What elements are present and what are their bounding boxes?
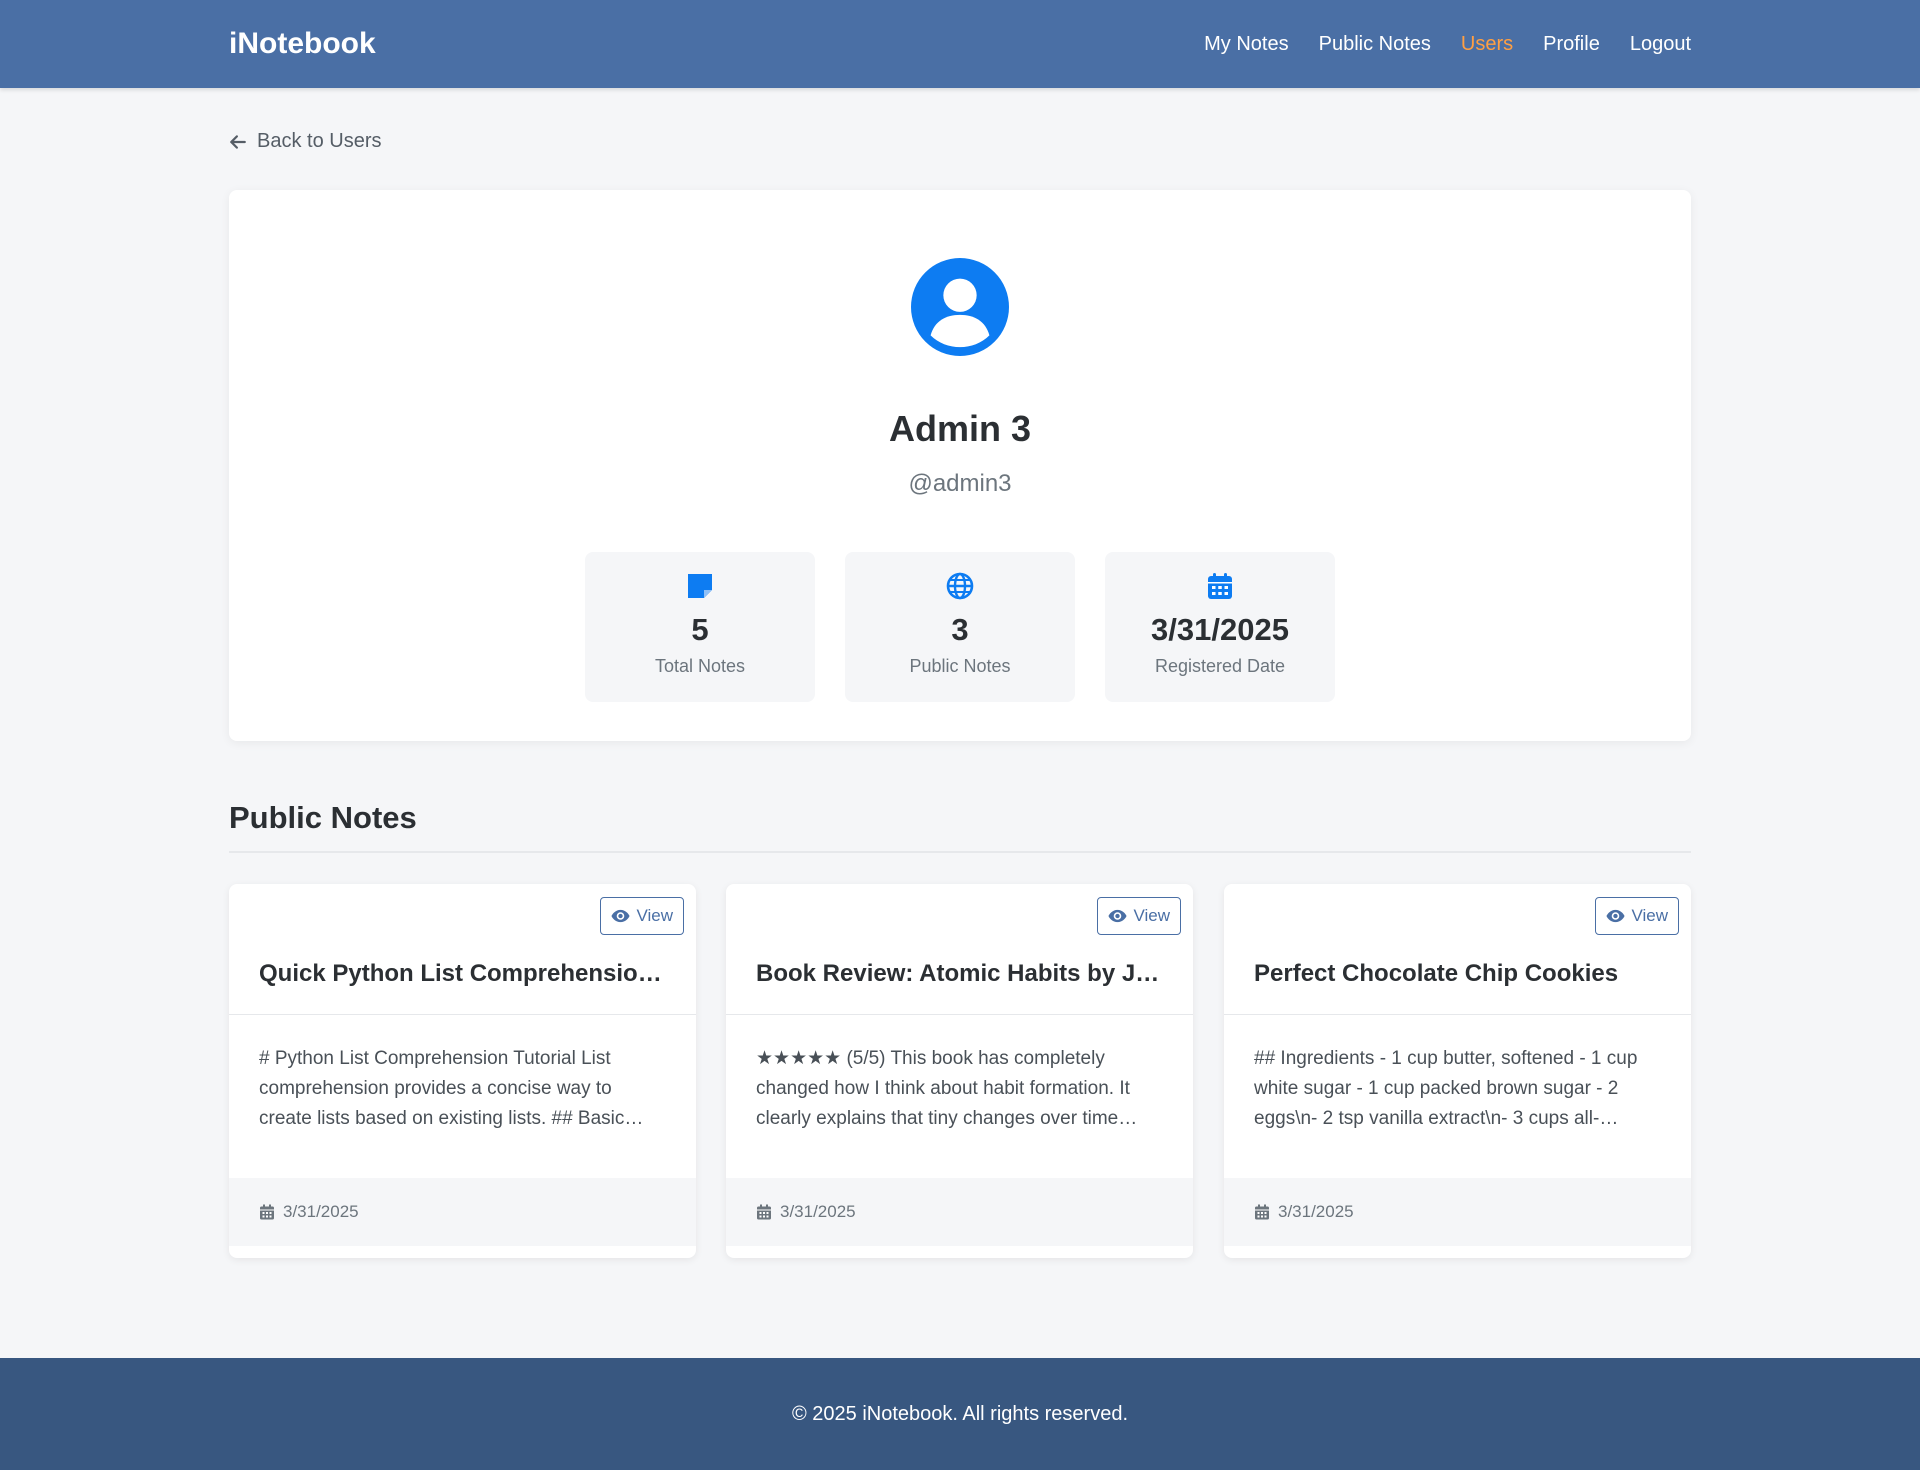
calendar-icon bbox=[260, 1204, 274, 1220]
nav-my-notes[interactable]: My Notes bbox=[1204, 33, 1288, 56]
stat-value: 5 bbox=[691, 612, 709, 647]
stat-label: Total Notes bbox=[654, 656, 746, 676]
calendar-icon bbox=[1255, 1204, 1269, 1220]
view-note-button[interactable]: View bbox=[1595, 897, 1679, 935]
footer-copyright: © 2025 iNotebook. All rights reserved. bbox=[791, 1402, 1129, 1425]
back-to-users-link[interactable]: Back to Users bbox=[229, 130, 381, 153]
view-note-button[interactable]: View bbox=[600, 897, 684, 935]
user-circle-icon bbox=[911, 258, 1009, 356]
view-button-label: View bbox=[1631, 906, 1668, 925]
stat-value: 3 bbox=[951, 612, 969, 647]
note-footer: 3/31/2025 bbox=[1224, 1178, 1691, 1246]
sticky-note-icon bbox=[688, 574, 712, 598]
note-preview: # Python List Comprehension Tutorial Lis… bbox=[259, 1048, 644, 1129]
note-footer: 3/31/2025 bbox=[726, 1178, 1193, 1246]
arrow-left-icon bbox=[230, 134, 246, 149]
note-footer: 3/31/2025 bbox=[229, 1178, 696, 1246]
page-footer: © 2025 iNotebook. All rights reserved. bbox=[0, 1358, 1920, 1470]
calendar-icon bbox=[757, 1204, 771, 1220]
view-button-label: View bbox=[1133, 906, 1170, 925]
brand-logo[interactable]: iNotebook bbox=[229, 27, 376, 61]
nav-logout[interactable]: Logout bbox=[1630, 33, 1691, 56]
note-date: 3/31/2025 bbox=[283, 1202, 359, 1221]
profile-name: Admin 3 bbox=[888, 408, 1031, 449]
nav-users[interactable]: Users bbox=[1461, 33, 1513, 56]
note-preview: ★★★★★ (5/5) This book has completely cha… bbox=[756, 1048, 1138, 1129]
note-card: View Perfect Chocolate Chip Cookies ## I… bbox=[1224, 884, 1691, 1258]
note-title: Quick Python List Comprehension Tutorial bbox=[259, 960, 666, 987]
eye-icon bbox=[611, 909, 630, 923]
note-card: View Quick Python List Comprehension Tut… bbox=[229, 884, 696, 1258]
profile-username: @admin3 bbox=[908, 470, 1012, 497]
public-notes-heading: Public Notes bbox=[229, 800, 417, 835]
note-title: Book Review: Atomic Habits by James Clea… bbox=[756, 960, 1163, 987]
note-date: 3/31/2025 bbox=[1278, 1202, 1354, 1221]
back-link-label: Back to Users bbox=[257, 130, 382, 152]
note-preview: ## Ingredients - 1 cup butter, softened … bbox=[1254, 1048, 1638, 1129]
globe-icon bbox=[946, 572, 974, 600]
nav-public-notes[interactable]: Public Notes bbox=[1319, 33, 1431, 56]
note-card: View Book Review: Atomic Habits by James… bbox=[726, 884, 1193, 1258]
navbar: iNotebook My Notes Public Notes Users Pr… bbox=[0, 0, 1920, 88]
stat-label: Public Notes bbox=[909, 656, 1011, 676]
nav-profile[interactable]: Profile bbox=[1543, 33, 1600, 56]
stat-total-notes: 5 Total Notes bbox=[585, 552, 815, 702]
note-divider bbox=[229, 1014, 696, 1015]
note-date: 3/31/2025 bbox=[780, 1202, 856, 1221]
view-note-button[interactable]: View bbox=[1097, 897, 1181, 935]
nav-links: My Notes Public Notes Users Profile Logo… bbox=[1204, 33, 1691, 56]
note-divider bbox=[726, 1014, 1193, 1015]
stat-registered-date: 3/31/2025 Registered Date bbox=[1105, 552, 1335, 702]
section-divider bbox=[229, 851, 1691, 853]
eye-icon bbox=[1108, 909, 1127, 923]
eye-icon bbox=[1606, 909, 1625, 923]
note-divider bbox=[1224, 1014, 1691, 1015]
stat-public-notes: 3 Public Notes bbox=[845, 552, 1075, 702]
calendar-icon bbox=[1208, 573, 1232, 599]
view-button-label: View bbox=[636, 906, 673, 925]
stat-label: Registered Date bbox=[1154, 656, 1286, 676]
profile-card: Admin 3 @admin3 5 Total Notes 3 Public N… bbox=[229, 190, 1691, 741]
stat-value: 3/31/2025 bbox=[1151, 612, 1289, 647]
note-title: Perfect Chocolate Chip Cookies bbox=[1254, 960, 1619, 987]
